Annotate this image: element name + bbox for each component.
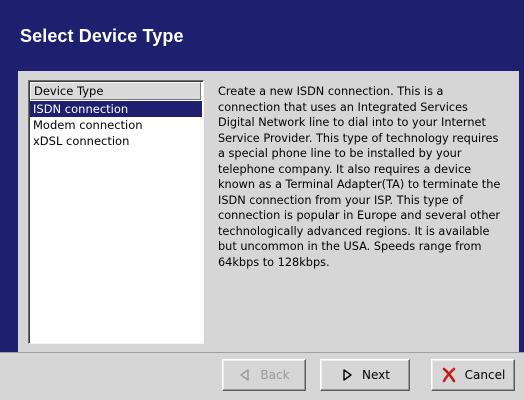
column-header-device-type[interactable]: Device Type — [30, 82, 201, 100]
next-button-label: Next — [362, 368, 390, 382]
cancel-x-icon — [441, 367, 457, 383]
back-button-label: Back — [260, 368, 290, 382]
list-item-modem[interactable]: Modem connection — [30, 117, 202, 133]
cancel-button-label: Cancel — [464, 368, 506, 382]
device-type-items: ISDN connection Modem connection xDSL co… — [30, 101, 202, 149]
cancel-button[interactable]: Cancel — [431, 359, 515, 391]
frame-left-border — [0, 71, 18, 352]
title-banner: Select Device Type — [0, 0, 524, 71]
device-type-list[interactable]: Device Type ISDN connection Modem connec… — [28, 80, 204, 344]
next-arrow-icon — [340, 368, 354, 382]
button-bar-separator — [0, 352, 524, 353]
back-arrow-icon — [238, 368, 252, 382]
list-item-xdsl[interactable]: xDSL connection — [30, 133, 202, 149]
content-area: Device Type ISDN connection Modem connec… — [18, 71, 519, 352]
druid-window: Select Device Type Device Type ISDN conn… — [0, 0, 524, 400]
device-description: Create a new ISDN connection. This is a … — [218, 85, 501, 269]
list-item-isdn[interactable]: ISDN connection — [30, 101, 202, 117]
page-title: Select Device Type — [20, 26, 184, 46]
next-button[interactable]: Next — [320, 359, 410, 391]
frame-right-border — [519, 71, 524, 352]
back-button[interactable]: Back — [222, 359, 306, 391]
